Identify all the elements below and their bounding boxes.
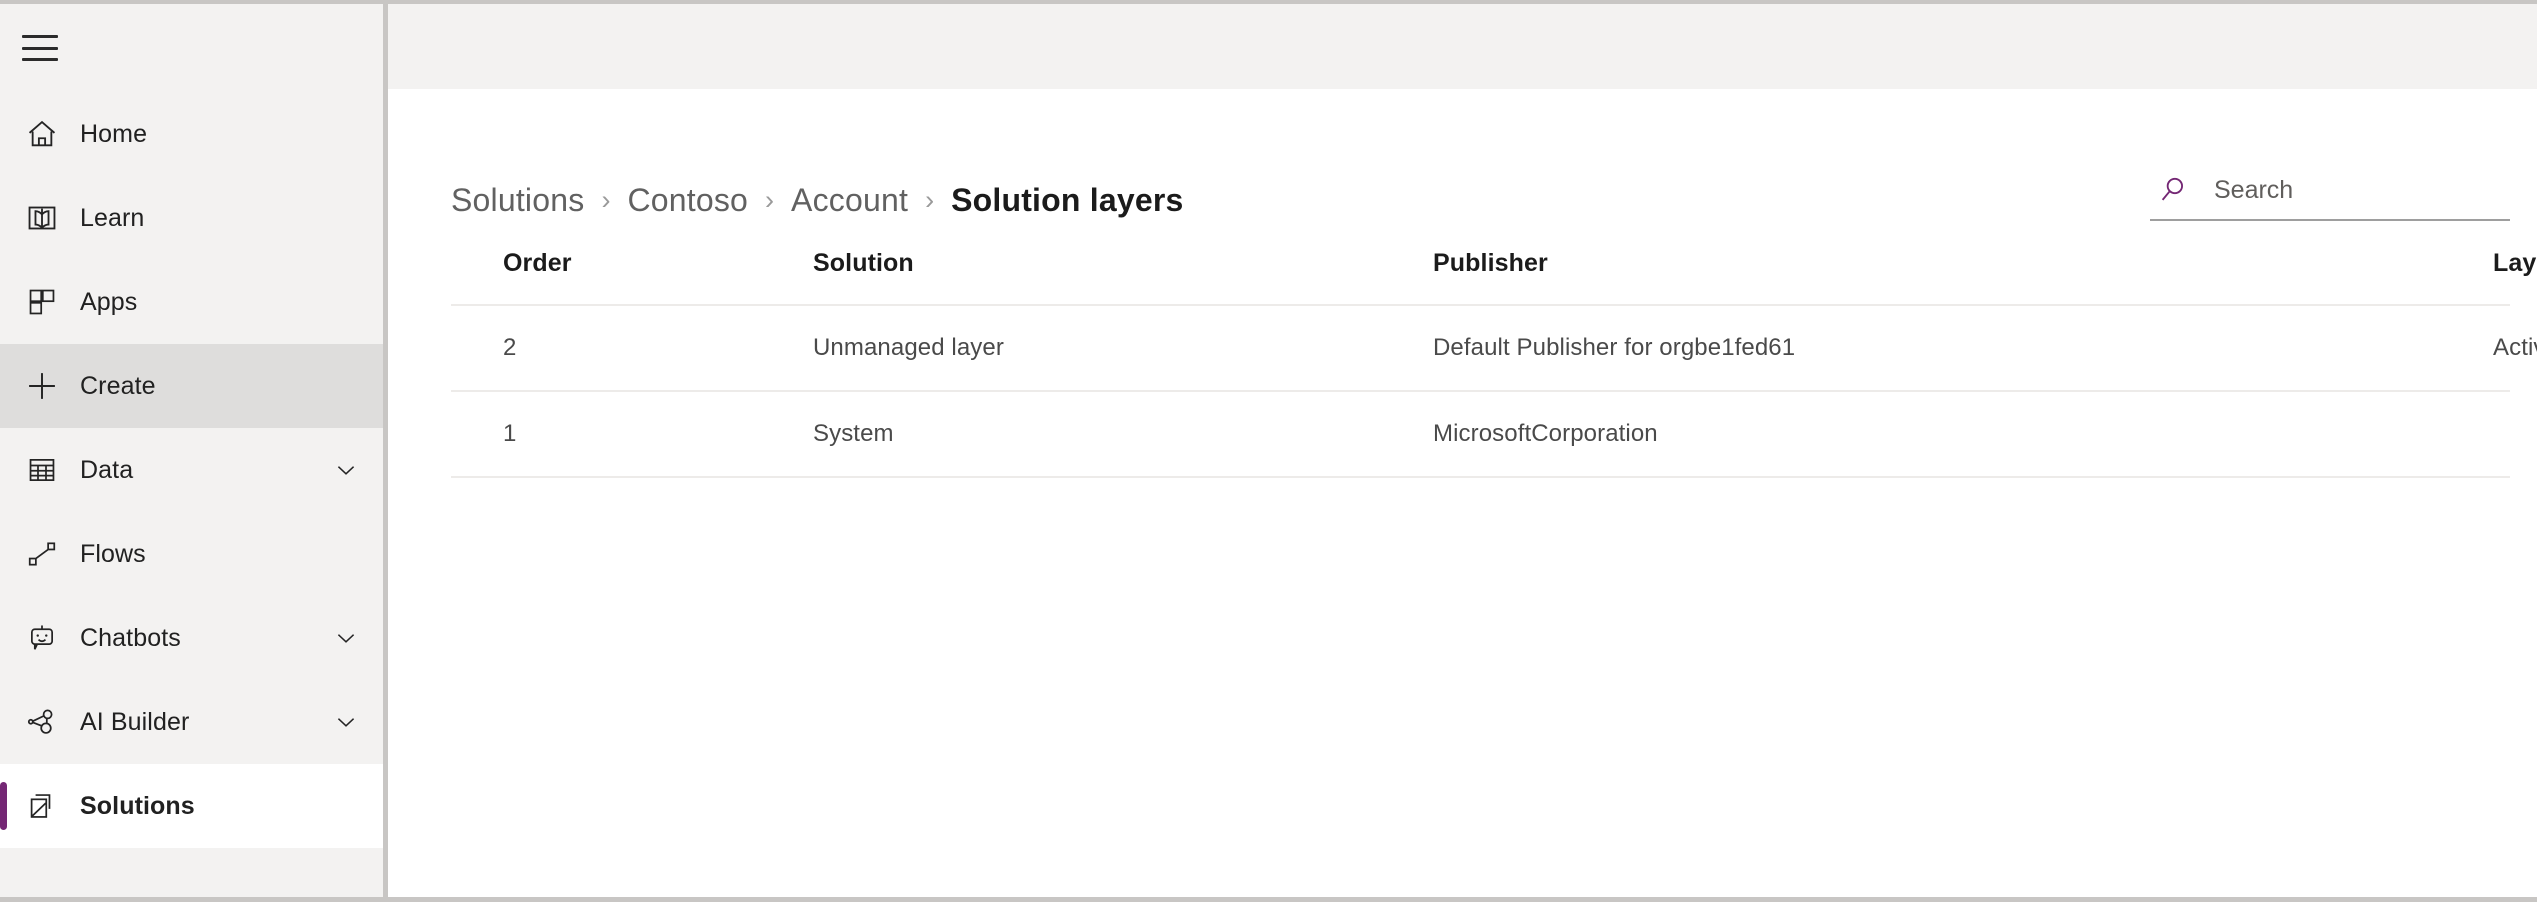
- cell-solution: System: [813, 391, 1433, 477]
- cell-layer-status: [2493, 391, 2510, 477]
- sidebar-item-flows[interactable]: Flows: [0, 512, 383, 596]
- breadcrumb-item-account[interactable]: Account: [791, 182, 908, 219]
- sidebar-item-label: Solutions: [80, 794, 195, 819]
- solutions-icon: [22, 786, 62, 826]
- table-row[interactable]: 1 System MicrosoftCorporation: [451, 391, 2510, 477]
- plus-icon: [22, 366, 62, 406]
- table-row[interactable]: 2 Unmanaged layer Default Publisher for …: [451, 305, 2510, 391]
- sidebar-item-apps[interactable]: Apps: [0, 260, 383, 344]
- sidebar-item-solutions[interactable]: Solutions: [0, 764, 383, 848]
- solution-layers-table-wrapper: Order Solution Publisher Layer status 2 …: [451, 249, 2510, 478]
- sidebar-nav: Home Learn: [0, 92, 383, 848]
- cell-publisher: Default Publisher for orgbe1fed61: [1433, 305, 2493, 391]
- sidebar-item-data[interactable]: Data: [0, 428, 383, 512]
- sidebar-item-label: Learn: [80, 206, 144, 231]
- solution-layers-table: Order Solution Publisher Layer status 2 …: [451, 249, 2510, 478]
- breadcrumb-item-current: Solution layers: [951, 182, 1183, 219]
- sidebar-item-home[interactable]: Home: [0, 92, 383, 176]
- sidebar-item-label: Apps: [80, 290, 137, 315]
- search-box[interactable]: [2150, 173, 2510, 221]
- table-header-row: Order Solution Publisher Layer status: [451, 249, 2510, 305]
- robot-icon: [22, 618, 62, 658]
- cell-layer-status: Active: [2493, 305, 2510, 391]
- page-header: Solutions › Contoso › Account › Solution…: [388, 89, 2537, 249]
- table-icon: [22, 450, 62, 490]
- ai-nodes-icon: [22, 702, 62, 742]
- table-head: Order Solution Publisher Layer status: [451, 249, 2510, 305]
- left-sidebar: Home Learn: [0, 4, 388, 897]
- breadcrumb-separator-icon: ›: [601, 187, 610, 214]
- cell-solution: Unmanaged layer: [813, 305, 1433, 391]
- breadcrumb-separator-icon: ›: [925, 187, 934, 214]
- sidebar-item-chatbots[interactable]: Chatbots: [0, 596, 383, 680]
- book-icon: [22, 198, 62, 238]
- column-header-layer-status[interactable]: Layer status: [2493, 249, 2510, 305]
- sidebar-item-label: AI Builder: [80, 710, 189, 735]
- cell-publisher: MicrosoftCorporation: [1433, 391, 2493, 477]
- sidebar-item-label: Create: [80, 374, 156, 399]
- menu-icon[interactable]: [22, 35, 58, 61]
- page-content: Solutions › Contoso › Account › Solution…: [388, 89, 2537, 478]
- column-header-publisher[interactable]: Publisher: [1433, 249, 2493, 305]
- main-content: Solutions › Contoso › Account › Solution…: [388, 4, 2537, 897]
- chevron-down-icon[interactable]: [331, 455, 361, 485]
- breadcrumb-item-solutions[interactable]: Solutions: [451, 182, 584, 219]
- search-icon: [2156, 173, 2190, 207]
- sidebar-item-label: Data: [80, 458, 133, 483]
- breadcrumb-separator-icon: ›: [765, 187, 774, 214]
- sidebar-header: [0, 4, 383, 92]
- chevron-down-icon[interactable]: [331, 707, 361, 737]
- sidebar-item-label: Chatbots: [80, 626, 181, 651]
- apps-grid-icon: [22, 282, 62, 322]
- cell-order: 1: [451, 391, 813, 477]
- home-icon: [22, 114, 62, 154]
- search-input[interactable]: [2214, 176, 2510, 205]
- table-body: 2 Unmanaged layer Default Publisher for …: [451, 305, 2510, 477]
- chevron-down-icon[interactable]: [331, 623, 361, 653]
- column-header-order[interactable]: Order: [451, 249, 813, 305]
- cell-order: 2: [451, 305, 813, 391]
- app-window: Home Learn: [0, 0, 2537, 902]
- column-header-solution[interactable]: Solution: [813, 249, 1433, 305]
- breadcrumb-item-contoso[interactable]: Contoso: [627, 182, 748, 219]
- sidebar-item-label: Flows: [80, 542, 146, 567]
- breadcrumb: Solutions › Contoso › Account › Solution…: [451, 182, 1183, 219]
- flow-icon: [22, 534, 62, 574]
- sidebar-item-label: Home: [80, 122, 147, 147]
- sidebar-item-ai-builder[interactable]: AI Builder: [0, 680, 383, 764]
- command-bar: [388, 4, 2537, 89]
- sidebar-item-learn[interactable]: Learn: [0, 176, 383, 260]
- sidebar-item-create[interactable]: Create: [0, 344, 383, 428]
